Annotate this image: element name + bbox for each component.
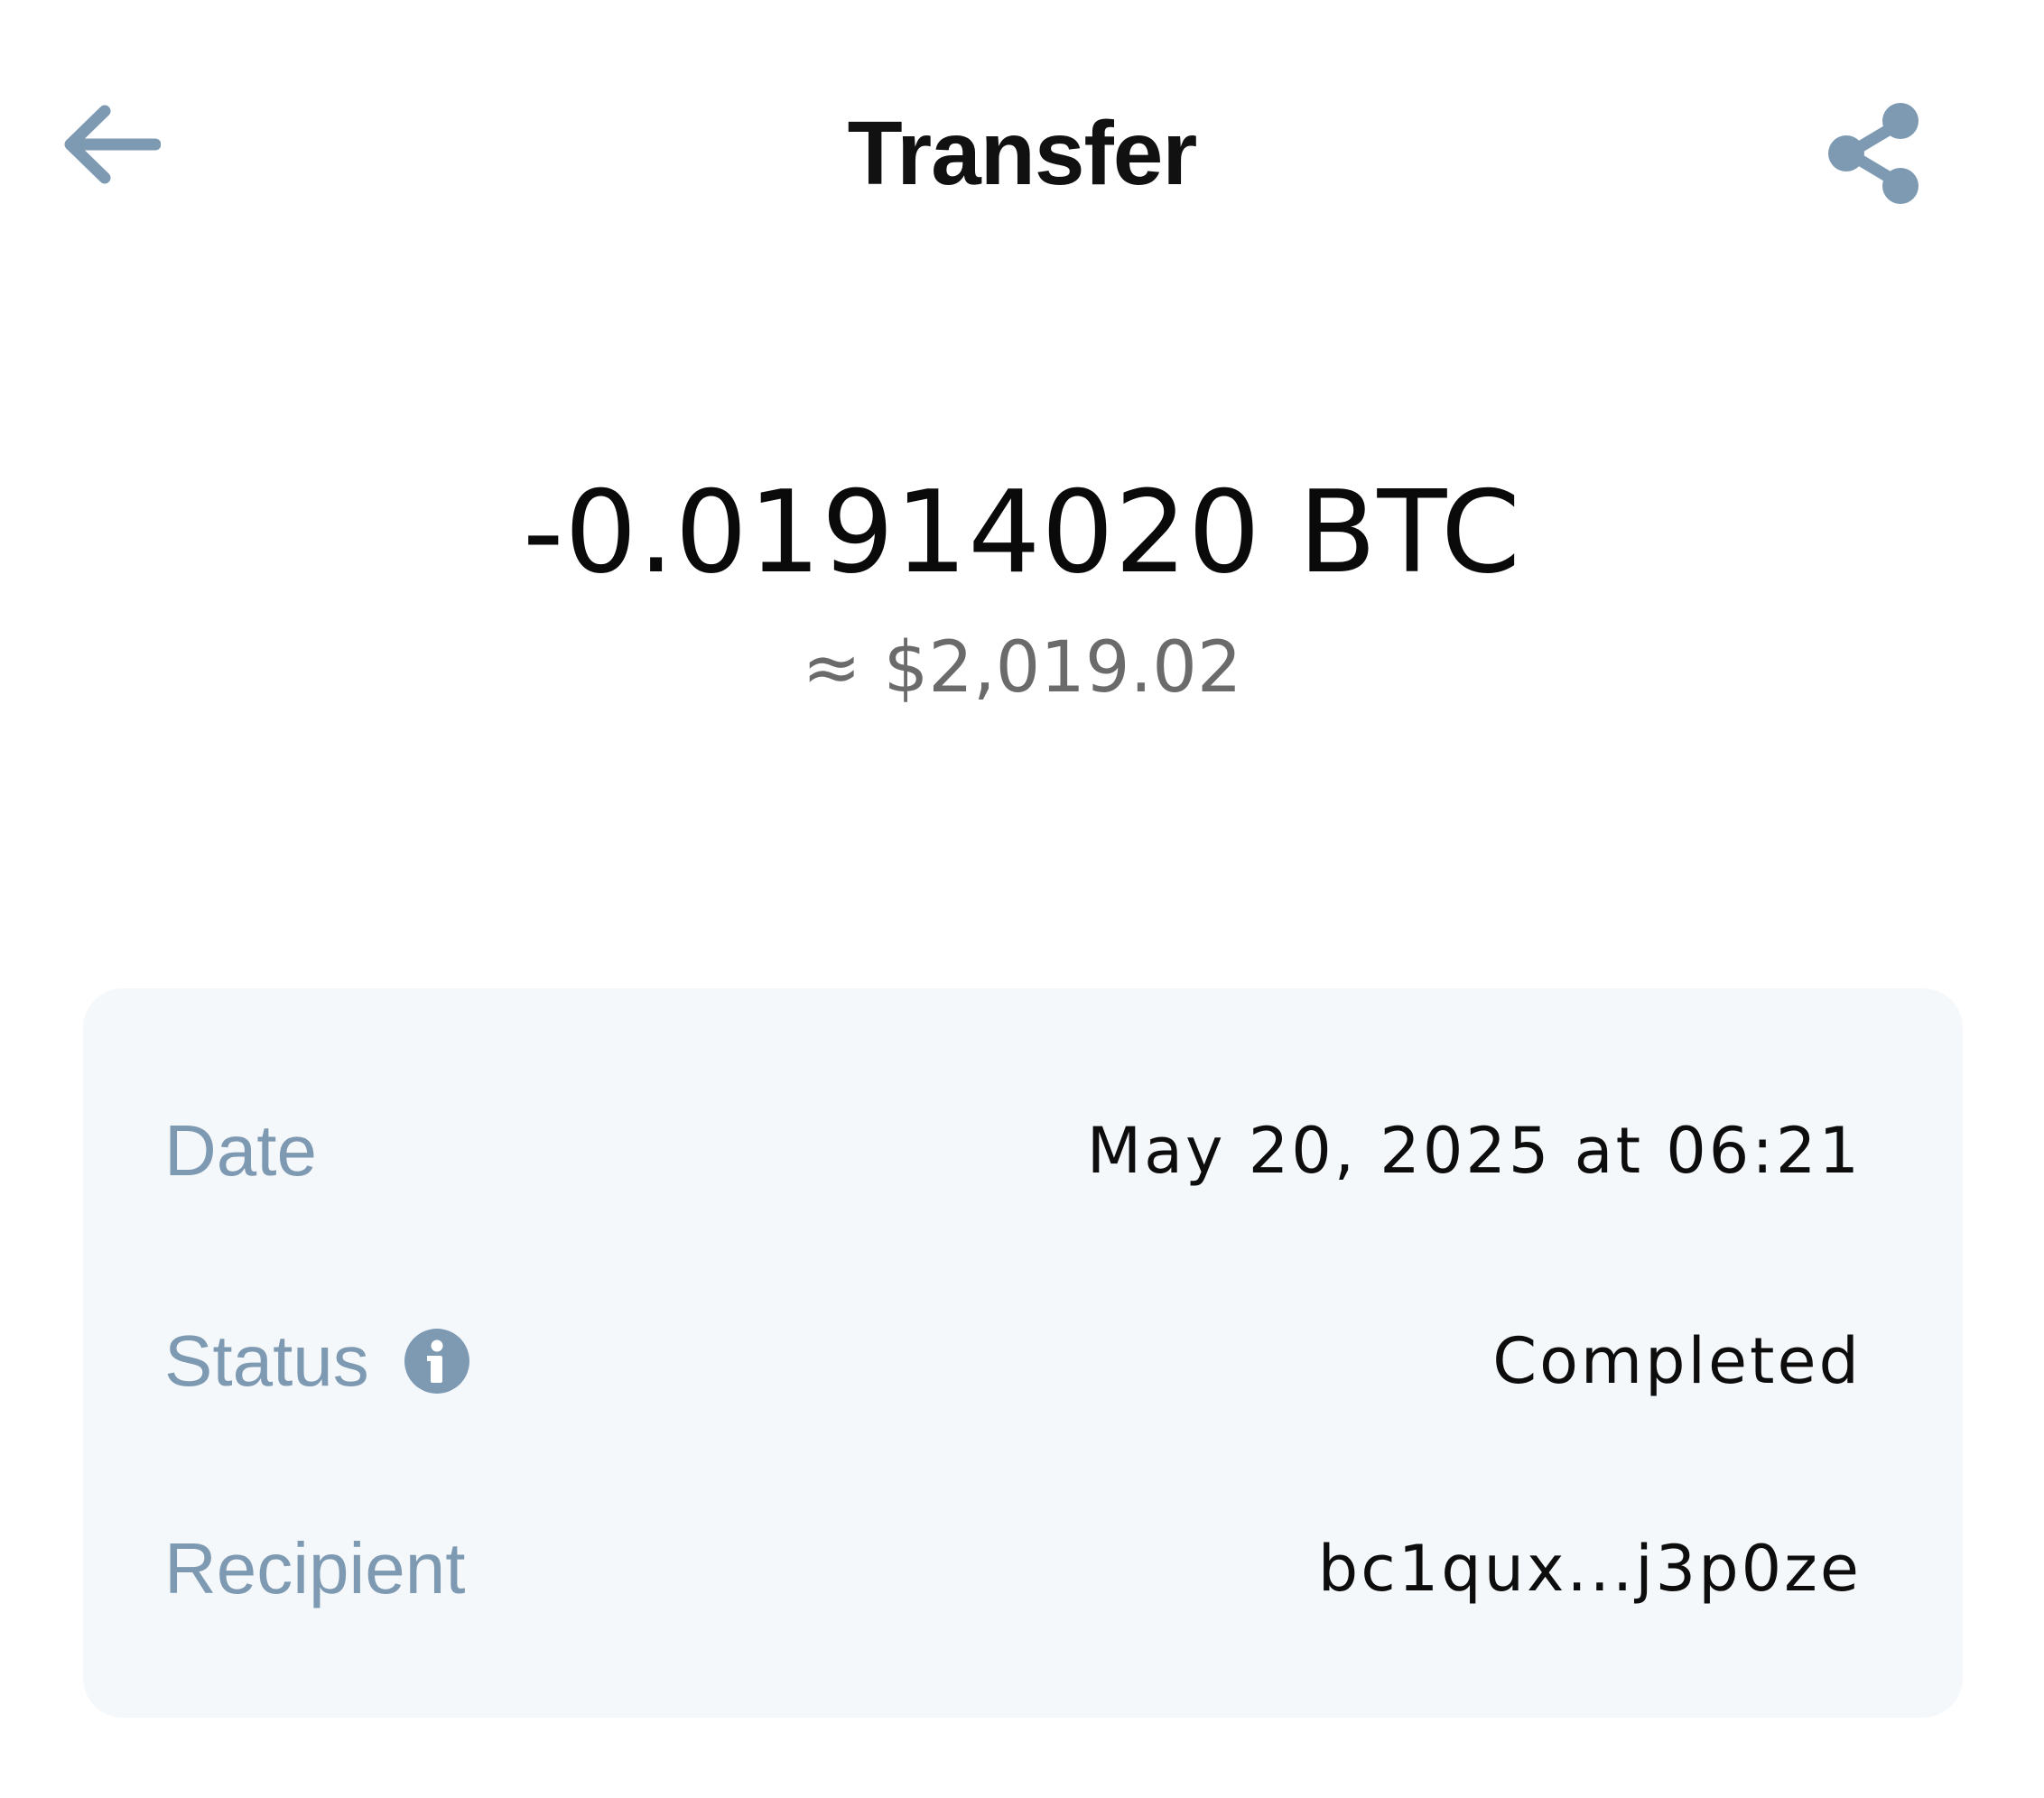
share-button[interactable] bbox=[1824, 97, 1928, 209]
recipient-label: Recipient bbox=[164, 1528, 466, 1608]
fiat-amount: ≈ $2,019.02 bbox=[802, 627, 1242, 709]
transaction-details-card: Date May 20, 2025 at 06:21 Status Comple… bbox=[83, 988, 1963, 1718]
status-value: Completed bbox=[1492, 1324, 1862, 1398]
share-icon bbox=[1828, 103, 1919, 204]
date-label: Date bbox=[164, 1110, 317, 1191]
date-value: May 20, 2025 at 06:21 bbox=[1086, 1114, 1862, 1188]
status-label-group: Status bbox=[164, 1298, 470, 1424]
info-icon[interactable] bbox=[404, 1328, 470, 1395]
status-row: Status Completed bbox=[83, 1298, 1963, 1424]
page-title: Transfer bbox=[847, 103, 1198, 204]
recipient-address[interactable]: bc1qux...j3p0ze bbox=[1318, 1506, 1862, 1632]
crypto-amount: -0.01914020 BTC bbox=[522, 466, 1522, 598]
date-row: Date May 20, 2025 at 06:21 bbox=[83, 1088, 1963, 1214]
recipient-row[interactable]: Recipient bc1qux...j3p0ze bbox=[83, 1506, 1963, 1632]
top-bar: Transfer bbox=[0, 0, 2044, 307]
status-label: Status bbox=[164, 1321, 369, 1401]
